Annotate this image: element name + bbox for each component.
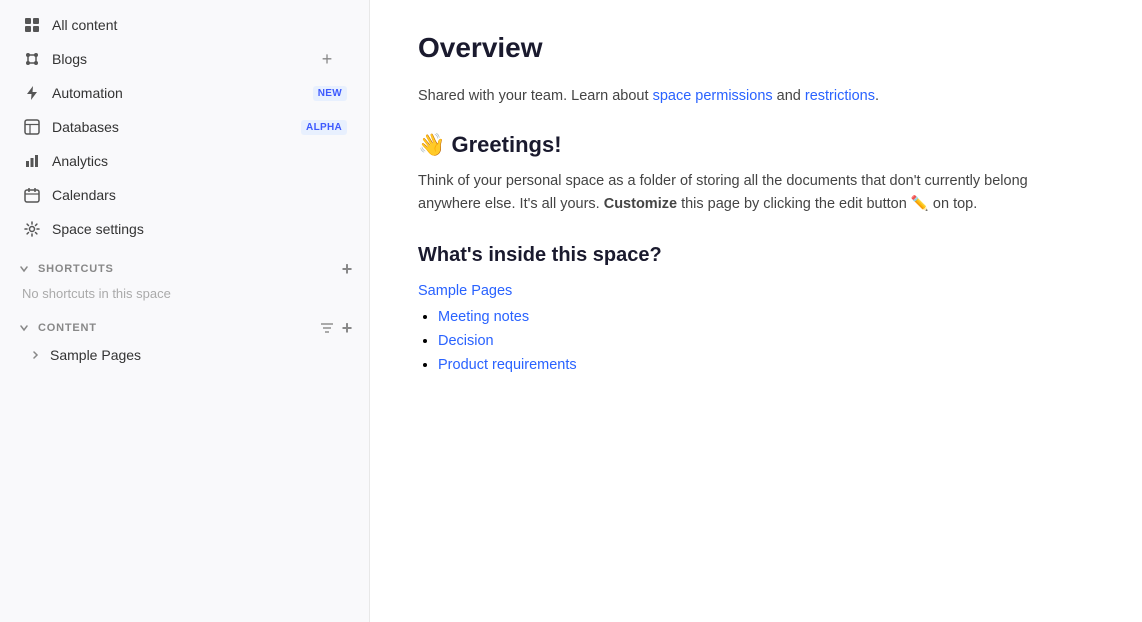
sample-pages-link[interactable]: Sample Pages — [418, 283, 1094, 299]
decision-link[interactable]: Decision — [438, 333, 494, 349]
sidebar-item-space-settings[interactable]: Space settings — [6, 213, 363, 245]
intro-paragraph: Shared with your team. Learn about space… — [418, 88, 1094, 104]
greeting-body-post: this page by clicking the edit button — [681, 196, 907, 212]
automation-new-badge: NEW — [313, 86, 347, 101]
content-add-button[interactable]: + — [342, 319, 353, 337]
sidebar: All content Blogs + Automation NEW — [0, 0, 370, 622]
gear-icon — [22, 219, 42, 239]
sidebar-item-databases[interactable]: Databases ALPHA — [6, 111, 363, 143]
content-item-label: Sample Pages — [50, 347, 141, 363]
sidebar-item-label: Automation — [52, 85, 307, 101]
greeting-body: Think of your personal space as a folder… — [418, 170, 1094, 216]
quotes-icon — [22, 49, 42, 69]
content-label: CONTENT — [38, 322, 97, 334]
sidebar-item-automation[interactable]: Automation NEW — [6, 77, 363, 109]
content-actions: + — [320, 319, 353, 337]
greeting-heading: 👋 Greetings! — [418, 132, 1094, 158]
shortcuts-section-header: SHORTCUTS + — [0, 250, 369, 282]
greeting-body-end: on top. — [933, 196, 977, 212]
plus-icon: + — [317, 49, 337, 69]
sidebar-item-label: Databases — [52, 119, 295, 135]
whats-inside-heading: What's inside this space? — [418, 244, 1094, 267]
greeting-customize-bold: Customize — [604, 196, 677, 212]
restrictions-link[interactable]: restrictions — [805, 88, 875, 104]
databases-alpha-badge: ALPHA — [301, 120, 347, 135]
content-toggle-icon[interactable] — [16, 320, 32, 336]
sidebar-item-label: Analytics — [52, 153, 347, 169]
calendar-icon — [22, 185, 42, 205]
main-content-area: Overview Shared with your team. Learn ab… — [370, 0, 1142, 622]
sidebar-item-analytics[interactable]: Analytics — [6, 145, 363, 177]
sidebar-item-label: Space settings — [52, 221, 347, 237]
sidebar-item-label: All content — [52, 17, 347, 33]
sidebar-item-all-content[interactable]: All content — [6, 9, 363, 41]
grid-icon — [22, 15, 42, 35]
sidebar-item-calendars[interactable]: Calendars — [6, 179, 363, 211]
chart-icon — [22, 151, 42, 171]
product-requirements-link[interactable]: Product requirements — [438, 357, 577, 373]
sidebar-item-blogs[interactable]: Blogs + — [6, 43, 363, 75]
sidebar-item-label: Calendars — [52, 187, 347, 203]
sample-pages-list: Meeting notes Decision Product requireme… — [418, 309, 1094, 373]
bolt-icon — [22, 83, 42, 103]
shortcuts-label: SHORTCUTS — [38, 263, 114, 275]
shortcuts-toggle-icon[interactable] — [16, 261, 32, 277]
list-item: Decision — [438, 333, 1094, 349]
sidebar-item-label: Blogs — [52, 51, 317, 67]
filter-icon[interactable] — [320, 321, 334, 335]
list-item: Product requirements — [438, 357, 1094, 373]
list-item: Meeting notes — [438, 309, 1094, 325]
chevron-right-icon — [28, 347, 44, 363]
shortcuts-add-button[interactable]: + — [342, 260, 353, 278]
space-permissions-link[interactable]: space permissions — [653, 88, 773, 104]
content-item-sample-pages[interactable]: Sample Pages — [6, 342, 363, 368]
table-icon — [22, 117, 42, 137]
no-shortcuts-text: No shortcuts in this space — [0, 282, 369, 305]
page-title: Overview — [418, 32, 1094, 64]
content-section-header: CONTENT + — [0, 309, 369, 341]
meeting-notes-link[interactable]: Meeting notes — [438, 309, 529, 325]
